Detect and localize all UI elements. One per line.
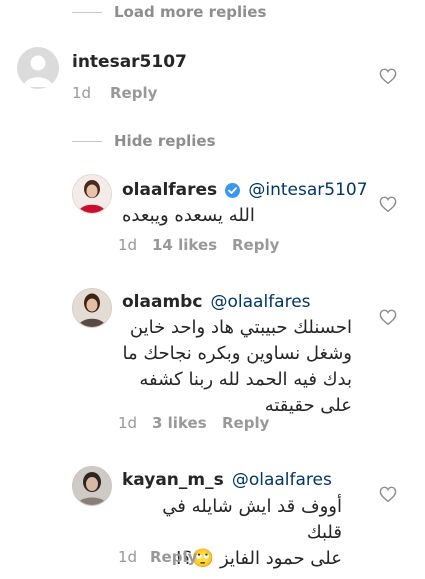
hide-replies-divider [72,141,102,142]
avatar[interactable] [17,47,59,89]
reply-button[interactable]: Reply [222,414,269,432]
comment-header: olaambc @olaalfares [122,292,311,312]
comment-mention[interactable]: @olaalfares [211,292,311,312]
like-heart-icon[interactable] [379,309,397,325]
reply-button[interactable]: Reply [110,84,157,102]
like-count[interactable]: 3 likes [152,414,207,432]
comment-text-line: أووف قد ايش شايله في قلبك [162,496,342,543]
comment-mention[interactable]: @intesar5107 [248,180,367,200]
profile-photo-icon [73,289,111,327]
default-avatar-icon [23,55,53,87]
avatar[interactable] [72,174,112,214]
like-heart-icon[interactable] [379,486,397,502]
reply-button[interactable]: Reply [232,236,279,254]
comment-username[interactable]: olaambc [122,292,202,312]
comment-header: olaalfares @intesar5107 [122,180,368,200]
hide-replies-link[interactable]: Hide replies [114,132,216,150]
avatar[interactable] [72,466,112,506]
verified-badge-icon [225,183,241,198]
avatar[interactable] [72,288,112,328]
load-more-replies-link[interactable]: Load more replies [114,3,266,21]
comment-username[interactable]: intesar5107 [72,52,187,72]
comment-text-line: احسنلك حبيبتي هاد واحد خاين [129,317,352,338]
comment-time: 1d [72,84,92,102]
like-heart-icon[interactable] [379,68,397,84]
comment-text-line: بدك فيه الحمد لله ربنا كشفه [139,369,352,390]
comment-time: 1d [118,414,138,432]
comment-text-line: الله يسعده ويبعده [122,205,255,226]
reply-button[interactable]: Reply [150,548,197,566]
comment-time: 1d [118,236,138,254]
comment-username[interactable]: olaalfares [122,180,217,200]
comment-time: 1d [118,548,138,566]
profile-photo-icon [73,467,111,505]
comment-mention[interactable]: @olaalfares [232,470,332,490]
comment-text: احسنلك حبيبتي هاد واحد خاين وشغل نساوين … [122,315,352,419]
profile-photo-icon [73,175,111,213]
like-count[interactable]: 14 likes [152,236,217,254]
comment-header: kayan_m_s @olaalfares [122,470,332,490]
comment-text-line: وشغل نساوين وبكره نجاحك ما [122,343,352,364]
load-more-divider [72,12,102,13]
like-heart-icon[interactable] [379,196,397,212]
comment-username[interactable]: kayan_m_s [122,470,224,490]
